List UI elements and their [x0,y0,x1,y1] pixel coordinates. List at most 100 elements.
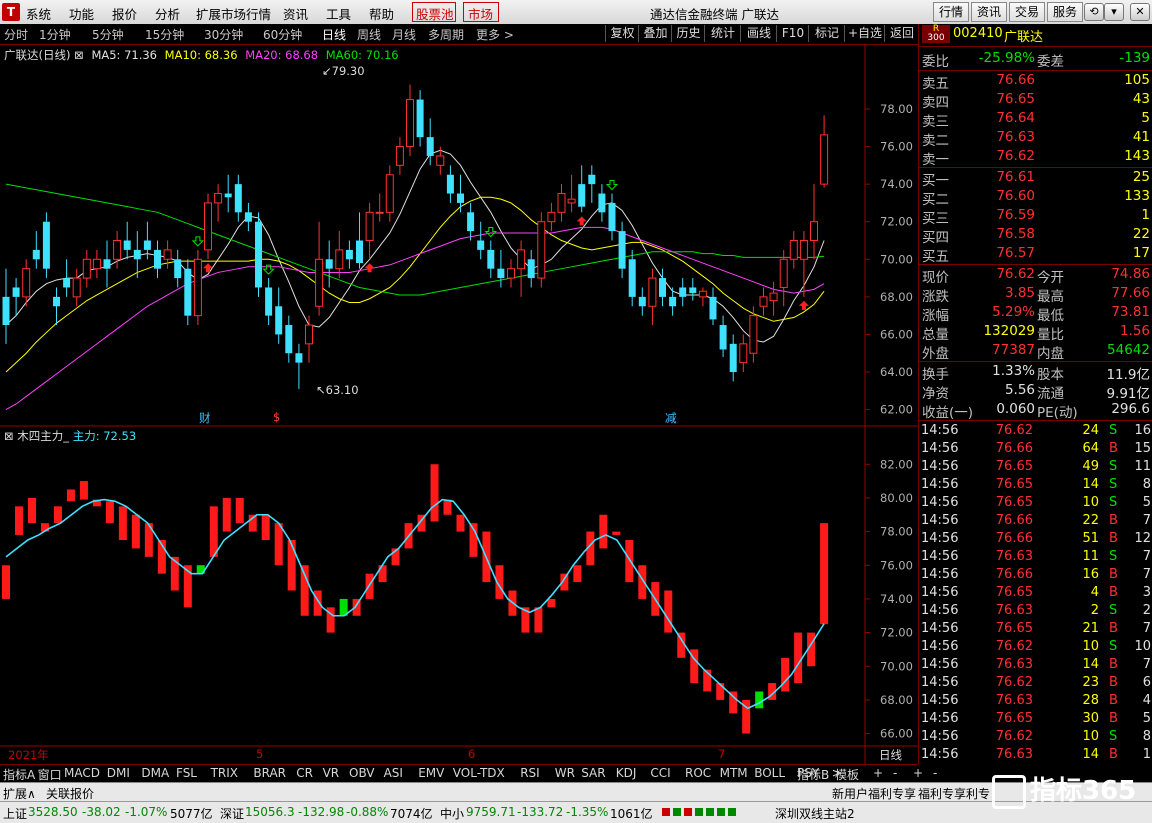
buy-arrow-icon [364,263,375,273]
indicator-tab[interactable]: MTM [720,766,748,780]
period-daily[interactable]: 日线 [322,26,346,43]
menu-analysis[interactable]: 分析 [155,4,180,23]
candle-body-down [154,249,161,269]
dropdown-icon[interactable]: ▾ [1104,3,1124,21]
indicator-tab[interactable]: RSI [520,766,540,780]
period-60min[interactable]: 60分钟 [263,26,302,43]
y-tick-label: 76.00 [880,140,913,154]
btn-trade[interactable]: 交易 [1009,2,1045,22]
indicator-tab-right[interactable]: - [893,766,897,780]
indicator-tab[interactable]: BRAR [253,766,286,780]
promo-1[interactable]: 新用户福利专享 [832,785,916,802]
period-1min[interactable]: 1分钟 [39,26,71,43]
btn-quote[interactable]: 行情 [933,2,969,22]
chart-title: 广联达(日线) [4,48,71,62]
indicator-tab[interactable]: 窗口 [38,766,62,783]
indicator-tab[interactable]: SAR [581,766,605,780]
ext-toggle[interactable]: 扩展∧ [3,785,36,802]
btn-service[interactable]: 服务 [1047,2,1083,22]
btn-back[interactable]: 返回 [884,25,919,42]
indicator-tab[interactable]: BOLL [754,766,785,780]
sh-amount: 5077亿 [170,807,213,821]
period-30min[interactable]: 30分钟 [204,26,243,43]
close-icon[interactable]: ✕ [1130,3,1150,21]
indicator-tab-right[interactable]: + [913,766,923,780]
btn-mark[interactable]: 标记 [808,25,845,42]
indicator-tab[interactable]: CR [296,766,313,780]
indicator-tab[interactable]: CCI [650,766,670,780]
related-quote[interactable]: 关联报价 [46,785,94,802]
candle-body-down [497,268,505,279]
period-multi[interactable]: 多周期 [428,26,464,43]
candle-body-down [244,212,252,222]
indicator-tab[interactable]: EMV [418,766,444,780]
refresh-icon[interactable]: ⟲ [1084,3,1104,21]
sub-chart-close-icon[interactable]: ⊠ [4,429,14,443]
indicator-tab[interactable]: OBV [349,766,375,780]
indicator-tab[interactable]: VR [323,766,340,780]
kline-chart[interactable]: 78.00 76.00 74.00 72.00 70.00 68.00 66.00 64.00… [0,44,918,764]
indicator-tab[interactable]: TRIX [211,766,238,780]
menu-market[interactable]: 市场 [468,4,493,23]
marker-finance[interactable]: 财 [199,410,211,426]
indicator-tab-right[interactable]: 指标B [797,766,829,783]
sub-y-tick-label: 78.00 [880,525,913,539]
period-15min[interactable]: 15分钟 [145,26,184,43]
menu-news[interactable]: 资讯 [283,4,308,23]
indicator-tab[interactable]: VOL-TDX [453,766,505,780]
ask-row: 卖二 76.63 41 [922,129,1150,149]
candle-body-up [395,146,404,166]
menu-function[interactable]: 功能 [69,4,94,23]
indicator-tab-right[interactable]: + [873,766,883,780]
indicator-tab[interactable]: DMA [141,766,169,780]
sub-bar-red [287,540,296,591]
sz-pct: -0.88% [346,805,389,819]
sell-arrow-icon [484,227,498,238]
period-monthly[interactable]: 月线 [392,26,416,43]
btn-overlay[interactable]: 叠加 [638,25,672,42]
candle-body-up [315,258,324,307]
btn-f10[interactable]: F10 [776,25,809,42]
candle-body-down [659,278,666,297]
candle-body-up [537,221,546,279]
btn-stats[interactable]: 统计 [704,25,741,42]
ask-row: 卖三 76.64 5 [922,110,1150,130]
menu-quote[interactable]: 报价 [112,4,137,23]
indicator-tab-right[interactable]: 模板 [835,766,859,783]
indicator-tab[interactable]: MACD [64,766,100,780]
period-5min[interactable]: 5分钟 [92,26,124,43]
marker-dividend[interactable]: $ [273,410,280,424]
y-tick-label: 62.00 [880,403,913,417]
indicator-tab[interactable]: DMI [107,766,130,780]
indicator-tab[interactable]: FSL [176,766,197,780]
candle-body-up [92,258,101,270]
candle-body-down [709,296,717,320]
menu-system[interactable]: 系统 [26,4,51,23]
btn-add-watchlist[interactable]: +自选 [844,25,885,42]
chart-close-icon[interactable]: ⊠ [74,48,84,62]
promo-2[interactable]: 福利专享利专 [918,785,990,802]
period-intraday[interactable]: 分时 [4,26,28,43]
sub-bar-red [534,607,543,633]
btn-restore-rights[interactable]: 复权 [605,25,639,42]
indicator-tab[interactable]: KDJ [616,766,637,780]
marker-reduce[interactable]: 减 [665,410,677,426]
indicator-tab[interactable]: WR [555,766,575,780]
candle-body-down [133,249,141,260]
tick-row: 14:56 76.62 23 B 6 [921,675,1151,690]
menu-extended-market[interactable]: 扩展市场行情 [196,4,271,23]
menu-help[interactable]: 帮助 [369,4,394,23]
indicator-tab[interactable]: ROC [685,766,711,780]
period-more[interactable]: 更多 > [476,26,514,43]
period-weekly[interactable]: 周线 [357,26,381,43]
indicator-tab[interactable]: 指标A [3,766,35,783]
sz-label: 深证 [220,807,245,821]
menu-tools[interactable]: 工具 [326,4,351,23]
signal-markers [191,180,809,310]
indicator-tab-right[interactable]: - [933,766,937,780]
menu-stock-pool[interactable]: 股票池 [416,4,454,23]
btn-news[interactable]: 资讯 [971,2,1007,22]
indicator-tab[interactable]: ASI [384,766,403,780]
btn-history[interactable]: 历史 [671,25,705,42]
btn-draw[interactable]: 画线 [740,25,777,42]
